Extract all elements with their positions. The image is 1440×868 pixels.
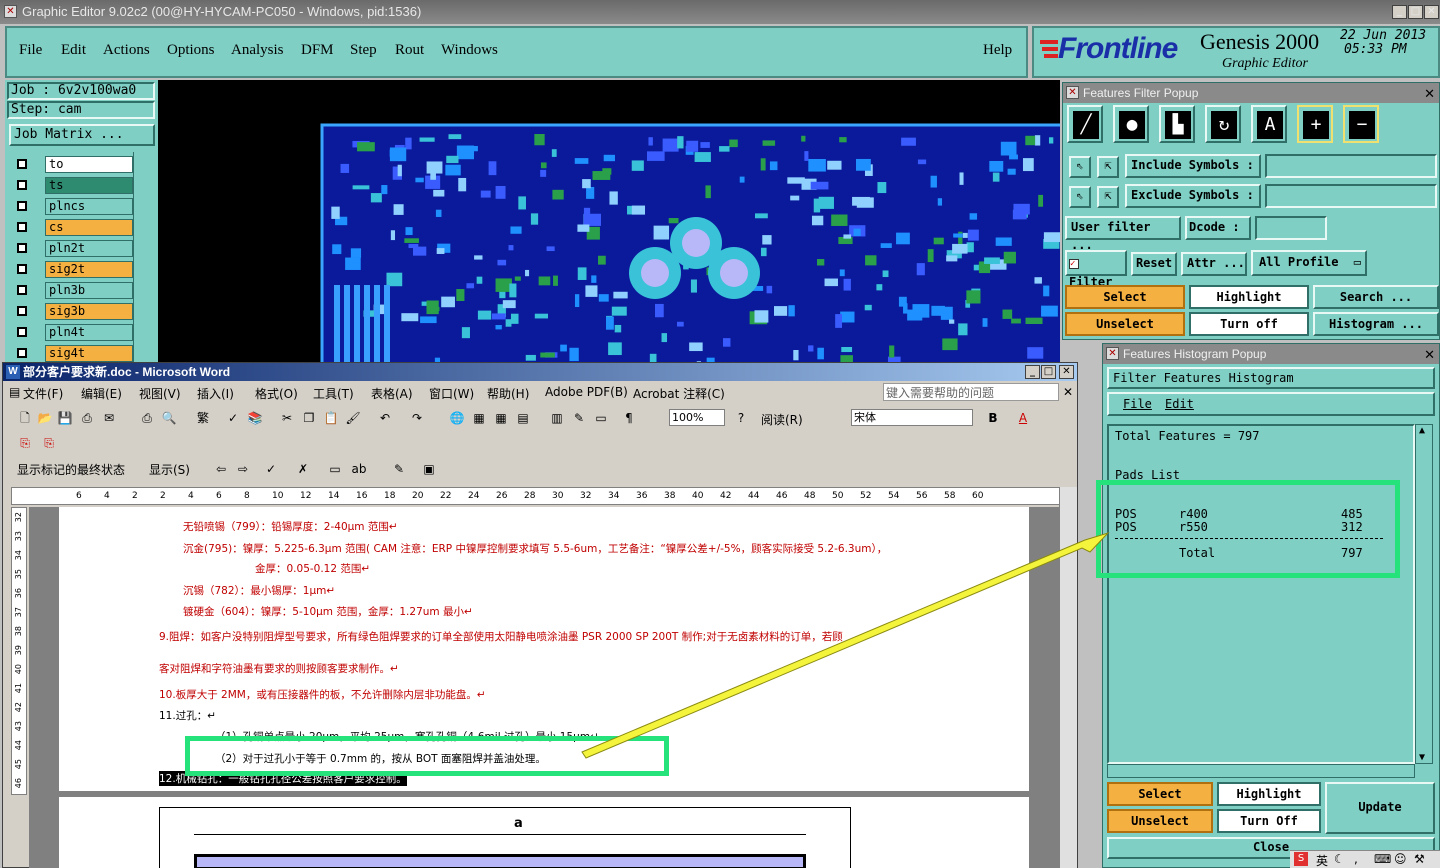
annotation-arrow (581, 531, 1110, 759)
keyboard-icon[interactable]: ⌨ (1374, 852, 1391, 866)
ime-tray: S 英 ☾ , ⌨ ☺ ⚒ (1290, 850, 1440, 868)
user-icon[interactable]: ☺ (1394, 852, 1407, 866)
sogou-ime-icon[interactable]: S (1294, 852, 1308, 866)
tools-icon[interactable]: ⚒ (1414, 852, 1425, 866)
ime-mode-label[interactable]: 英 (1316, 852, 1328, 868)
moon-icon[interactable]: ☾ (1334, 852, 1345, 866)
punctuation-icon[interactable]: , (1354, 852, 1358, 866)
